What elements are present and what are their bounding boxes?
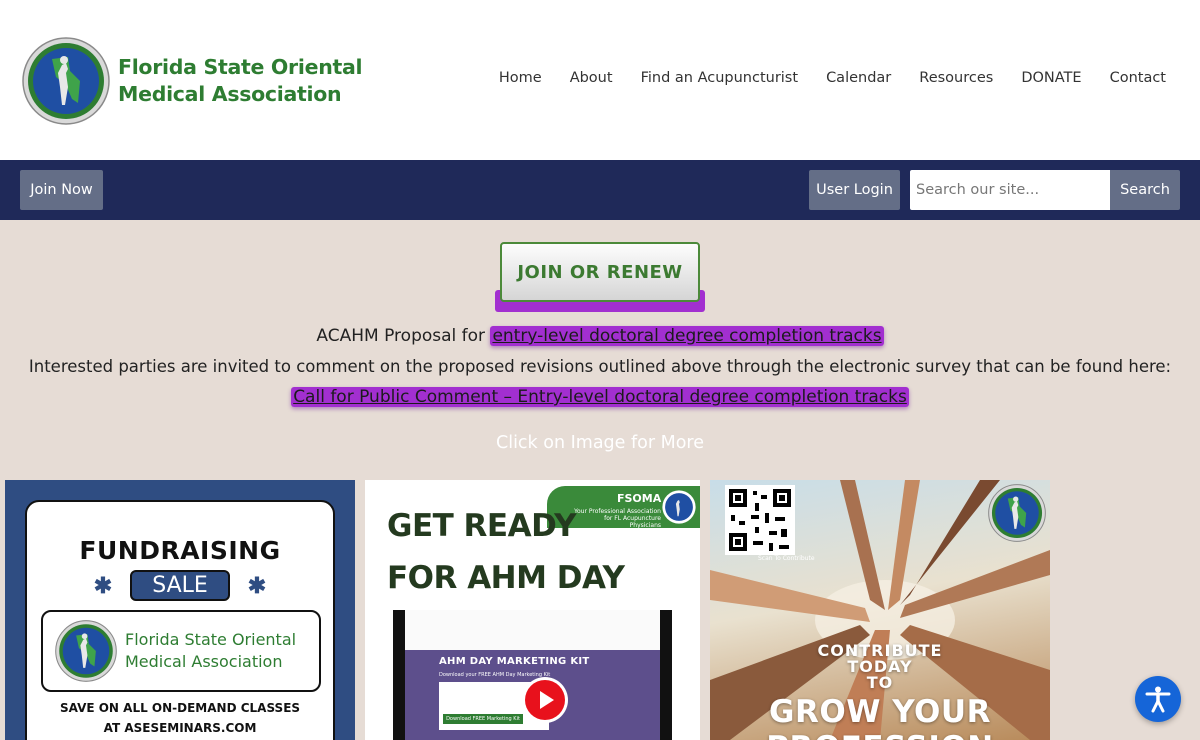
nav-resources[interactable]: Resources <box>919 70 993 86</box>
nav-calendar[interactable]: Calendar <box>826 70 891 86</box>
site-logo[interactable]: Florida State Oriental Medical Associati… <box>22 37 363 125</box>
video-download-button: Download FREE Marketing Kit <box>443 714 523 724</box>
click-image-hint: Click on Image for More <box>495 433 704 453</box>
sale-row: ✱ SALE ✱ <box>27 570 333 601</box>
qr-caption: Scan To Contribute <box>758 555 815 562</box>
public-comment-link[interactable]: Call for Public Comment – Entry-level do… <box>291 387 909 407</box>
join-now-button[interactable]: Join Now <box>20 170 103 210</box>
fsoma-seal-icon <box>662 490 696 524</box>
fsoma-seal-icon <box>22 37 110 125</box>
fundraising-logo: Florida State Oriental Medical Associati… <box>41 610 321 692</box>
ahm-day-image[interactable]: FSOMA Your Professional Association for … <box>365 480 700 740</box>
qr-code-icon <box>725 485 795 555</box>
logo-title-line1: Florida State Oriental <box>118 55 363 79</box>
play-icon[interactable] <box>525 680 565 720</box>
asterisk-icon: ✱ <box>93 572 113 598</box>
contribute-line2: GROW YOUR PROFESSION <box>710 694 1050 740</box>
logo-title-line2: Medical Association <box>118 82 342 106</box>
accessibility-button[interactable] <box>1135 676 1181 722</box>
utility-bar: Join Now User Login Search <box>0 160 1200 220</box>
asterisk-icon: ✱ <box>247 572 267 598</box>
sale-badge: SALE <box>130 570 230 601</box>
fsoma-seal-icon <box>988 484 1046 542</box>
fundraising-logo-line2: Medical Association <box>125 652 283 671</box>
main-nav: Home About Find an Acupuncturist Calenda… <box>471 70 1166 86</box>
contribute-line1c: TO <box>866 673 894 692</box>
fundraising-panel: FUNDRAISING ✱ SALE ✱ Florida State Orien… <box>25 500 335 740</box>
main-content: JOIN OR RENEW ACAHM Proposal for entry-l… <box>0 220 1200 740</box>
video-subtitle: Download your FREE AHM Day Marketing Kit <box>439 672 551 678</box>
join-renew-button[interactable]: JOIN OR RENEW <box>500 242 700 302</box>
contribute-heading: CONTRIBUTE TODAY TO <box>710 643 1050 691</box>
proposal-prefix: ACAHM Proposal for <box>316 326 491 346</box>
proposal-link[interactable]: entry-level doctoral degree completion t… <box>490 326 884 346</box>
fundraising-logo-line1: Florida State Oriental <box>125 630 297 649</box>
grow-your-text: GROW YOUR <box>769 694 991 730</box>
video-top-band <box>405 610 660 650</box>
ahm-title-line1: GET READY <box>387 508 577 544</box>
search-button[interactable]: Search <box>1110 170 1180 210</box>
profession-text: PROFESSION <box>710 730 1050 740</box>
interested-text: Interested parties are invited to commen… <box>28 357 1172 376</box>
search-input[interactable] <box>910 170 1110 210</box>
fsoma-banner-title: FSOMA <box>617 492 662 505</box>
save-line1: SAVE ON ALL ON-DEMAND CLASSES <box>59 701 301 715</box>
ahm-video-thumbnail[interactable]: AHM DAY MARKETING KIT Download your FREE… <box>393 610 672 740</box>
accessibility-icon <box>1145 686 1171 713</box>
ahm-title-line2: FOR AHM DAY <box>387 560 625 596</box>
join-renew-wrap: JOIN OR RENEW <box>495 242 705 312</box>
video-screen: AHM DAY MARKETING KIT Download your FREE… <box>405 610 660 740</box>
proposal-line: ACAHM Proposal for entry-level doctoral … <box>0 326 1200 346</box>
nav-donate[interactable]: DONATE <box>1021 70 1081 86</box>
public-comment-line: Call for Public Comment – Entry-level do… <box>0 387 1200 407</box>
save-line2: AT ASESEMINARS.COM <box>103 721 257 735</box>
fundraising-save-text: SAVE ON ALL ON-DEMAND CLASSES AT ASESEMI… <box>27 698 333 738</box>
user-login-button[interactable]: User Login <box>809 170 900 210</box>
site-header: Florida State Oriental Medical Associati… <box>0 0 1200 160</box>
contribute-image[interactable]: Scan To Contribute CONTRIBUTE TODAY TO G… <box>710 480 1050 740</box>
fsoma-seal-icon <box>55 620 117 682</box>
fsoma-banner-subtitle: Your Professional Association for FL Acu… <box>574 508 661 529</box>
nav-about[interactable]: About <box>570 70 613 86</box>
nav-find-acupuncturist[interactable]: Find an Acupuncturist <box>641 70 799 86</box>
nav-home[interactable]: Home <box>499 70 542 86</box>
nav-contact[interactable]: Contact <box>1110 70 1166 86</box>
fundraising-title: FUNDRAISING <box>79 536 281 565</box>
video-heading: AHM DAY MARKETING KIT <box>439 656 590 667</box>
fundraising-sale-image[interactable]: FUNDRAISING ✱ SALE ✱ Florida State Orien… <box>5 480 355 740</box>
